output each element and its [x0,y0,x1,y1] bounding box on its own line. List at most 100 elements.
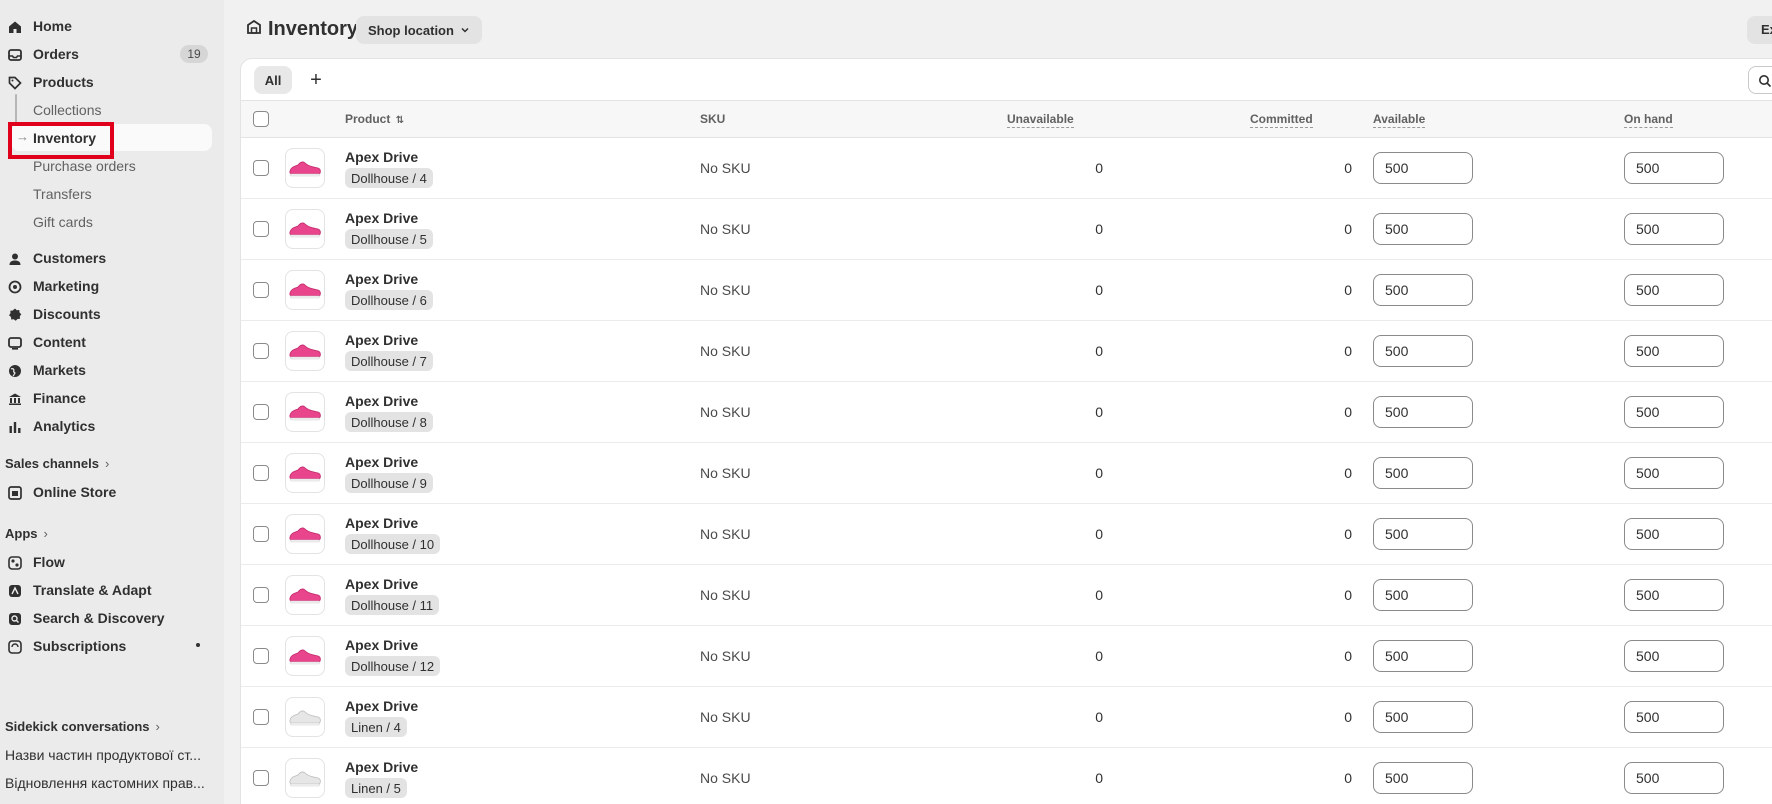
table-row[interactable]: Apex Drive Dollhouse / 6 No SKU 0 0 500 500 [241,260,1772,321]
sidebar-subitem-gift-cards[interactable]: Gift cards [0,208,224,235]
sidebar-item-translate-adapt[interactable]: Translate & Adapt [0,576,224,604]
product-name[interactable]: Apex Drive [345,393,418,409]
sidebar-item-content[interactable]: Content [0,328,224,356]
available-input[interactable]: 500 [1373,762,1473,794]
sidebar-item-customers[interactable]: Customers [0,244,224,272]
on-hand-input[interactable]: 500 [1624,274,1724,306]
unavailable-value[interactable]: 0 [1063,526,1103,542]
available-input[interactable]: 500 [1373,213,1473,245]
table-row[interactable]: Apex Drive Dollhouse / 9 No SKU 0 0 500 500 [241,443,1772,504]
tab-all[interactable]: All [254,66,292,94]
sidekick-conversation[interactable]: Відновлення кастомних прав... [5,775,215,791]
export-button[interactable]: Ex [1747,16,1772,44]
on-hand-input[interactable]: 500 [1624,762,1724,794]
unavailable-value[interactable]: 0 [1063,465,1103,481]
row-checkbox[interactable] [253,526,269,542]
row-checkbox[interactable] [253,282,269,298]
table-row[interactable]: Apex Drive Dollhouse / 12 No SKU 0 0 500 500 [241,626,1772,687]
sidebar-item-search-discovery[interactable]: Search & Discovery [0,604,224,632]
product-name[interactable]: Apex Drive [345,149,418,165]
product-name[interactable]: Apex Drive [345,454,418,470]
row-checkbox[interactable] [253,648,269,664]
product-thumbnail[interactable] [285,758,325,798]
sidekick-conversation[interactable]: Назви частин продуктової ст... [5,747,215,763]
table-row[interactable]: Apex Drive Dollhouse / 10 No SKU 0 0 500 500 [241,504,1772,565]
product-thumbnail[interactable] [285,453,325,493]
product-name[interactable]: Apex Drive [345,576,418,592]
table-row[interactable]: Apex Drive Dollhouse / 4 No SKU 0 0 500 500 [241,138,1772,199]
sidebar-item-home[interactable]: Home [0,12,224,40]
sidebar-item-flow[interactable]: Flow [0,548,224,576]
on-hand-input[interactable]: 500 [1624,396,1724,428]
on-hand-input[interactable]: 500 [1624,640,1724,672]
table-row[interactable]: Apex Drive Dollhouse / 7 No SKU 0 0 500 500 [241,321,1772,382]
on-hand-input[interactable]: 500 [1624,579,1724,611]
product-thumbnail[interactable] [285,697,325,737]
row-checkbox[interactable] [253,709,269,725]
product-thumbnail[interactable] [285,209,325,249]
row-checkbox[interactable] [253,160,269,176]
table-row[interactable]: Apex Drive Dollhouse / 5 No SKU 0 0 500 500 [241,199,1772,260]
row-checkbox[interactable] [253,587,269,603]
column-available[interactable]: Available [1373,112,1426,128]
sidebar-item-online-store[interactable]: Online Store [0,478,224,506]
add-view-button[interactable]: + [302,66,330,94]
product-thumbnail[interactable] [285,514,325,554]
table-row[interactable]: Apex Drive Linen / 4 No SKU 0 0 500 500 [241,687,1772,748]
on-hand-input[interactable]: 500 [1624,152,1724,184]
on-hand-input[interactable]: 500 [1624,213,1724,245]
available-input[interactable]: 500 [1373,518,1473,550]
column-committed[interactable]: Committed [1250,112,1313,128]
available-input[interactable]: 500 [1373,396,1473,428]
row-checkbox[interactable] [253,465,269,481]
column-on-hand[interactable]: On hand [1624,112,1673,128]
unavailable-value[interactable]: 0 [1063,221,1103,237]
row-checkbox[interactable] [253,221,269,237]
row-checkbox[interactable] [253,770,269,786]
column-unavailable[interactable]: Unavailable [1007,112,1074,128]
unavailable-value[interactable]: 0 [1063,282,1103,298]
on-hand-input[interactable]: 500 [1624,701,1724,733]
product-thumbnail[interactable] [285,392,325,432]
sidebar-item-finance[interactable]: Finance [0,384,224,412]
product-thumbnail[interactable] [285,331,325,371]
available-input[interactable]: 500 [1373,335,1473,367]
product-name[interactable]: Apex Drive [345,637,418,653]
row-checkbox[interactable] [253,343,269,359]
product-thumbnail[interactable] [285,148,325,188]
available-input[interactable]: 500 [1373,152,1473,184]
on-hand-input[interactable]: 500 [1624,335,1724,367]
available-input[interactable]: 500 [1373,457,1473,489]
available-input[interactable]: 500 [1373,579,1473,611]
product-thumbnail[interactable] [285,575,325,615]
sidebar-item-products[interactable]: Products [0,68,224,96]
sidebar-subitem-purchase-orders[interactable]: Purchase orders [0,152,224,179]
search-filter-button[interactable] [1748,66,1772,94]
product-name[interactable]: Apex Drive [345,332,418,348]
apps-header[interactable]: Apps › [5,526,48,541]
on-hand-input[interactable]: 500 [1624,518,1724,550]
sidebar-item-marketing[interactable]: Marketing [0,272,224,300]
unavailable-value[interactable]: 0 [1063,343,1103,359]
available-input[interactable]: 500 [1373,274,1473,306]
available-input[interactable]: 500 [1373,640,1473,672]
table-row[interactable]: Apex Drive Dollhouse / 8 No SKU 0 0 500 500 [241,382,1772,443]
unavailable-value[interactable]: 0 [1063,709,1103,725]
product-thumbnail[interactable] [285,636,325,676]
sidebar-item-subscriptions[interactable]: Subscriptions [0,632,224,660]
sidebar-item-discounts[interactable]: Discounts [0,300,224,328]
product-name[interactable]: Apex Drive [345,515,418,531]
unavailable-value[interactable]: 0 [1063,587,1103,603]
sidebar-item-markets[interactable]: Markets [0,356,224,384]
sidebar-subitem-inventory[interactable]: → Inventory [11,124,212,151]
sidekick-header[interactable]: Sidekick conversations › [5,719,160,734]
unavailable-value[interactable]: 0 [1063,404,1103,420]
unavailable-value[interactable]: 0 [1063,770,1103,786]
unavailable-value[interactable]: 0 [1063,648,1103,664]
table-row[interactable]: Apex Drive Dollhouse / 11 No SKU 0 0 500 500 [241,565,1772,626]
sales-channels-header[interactable]: Sales channels › [5,456,109,471]
column-product[interactable]: Product ⇅ [345,112,404,126]
sidebar-subitem-transfers[interactable]: Transfers [0,180,224,207]
table-row[interactable]: Apex Drive Linen / 5 No SKU 0 0 500 500 [241,748,1772,804]
row-checkbox[interactable] [253,404,269,420]
